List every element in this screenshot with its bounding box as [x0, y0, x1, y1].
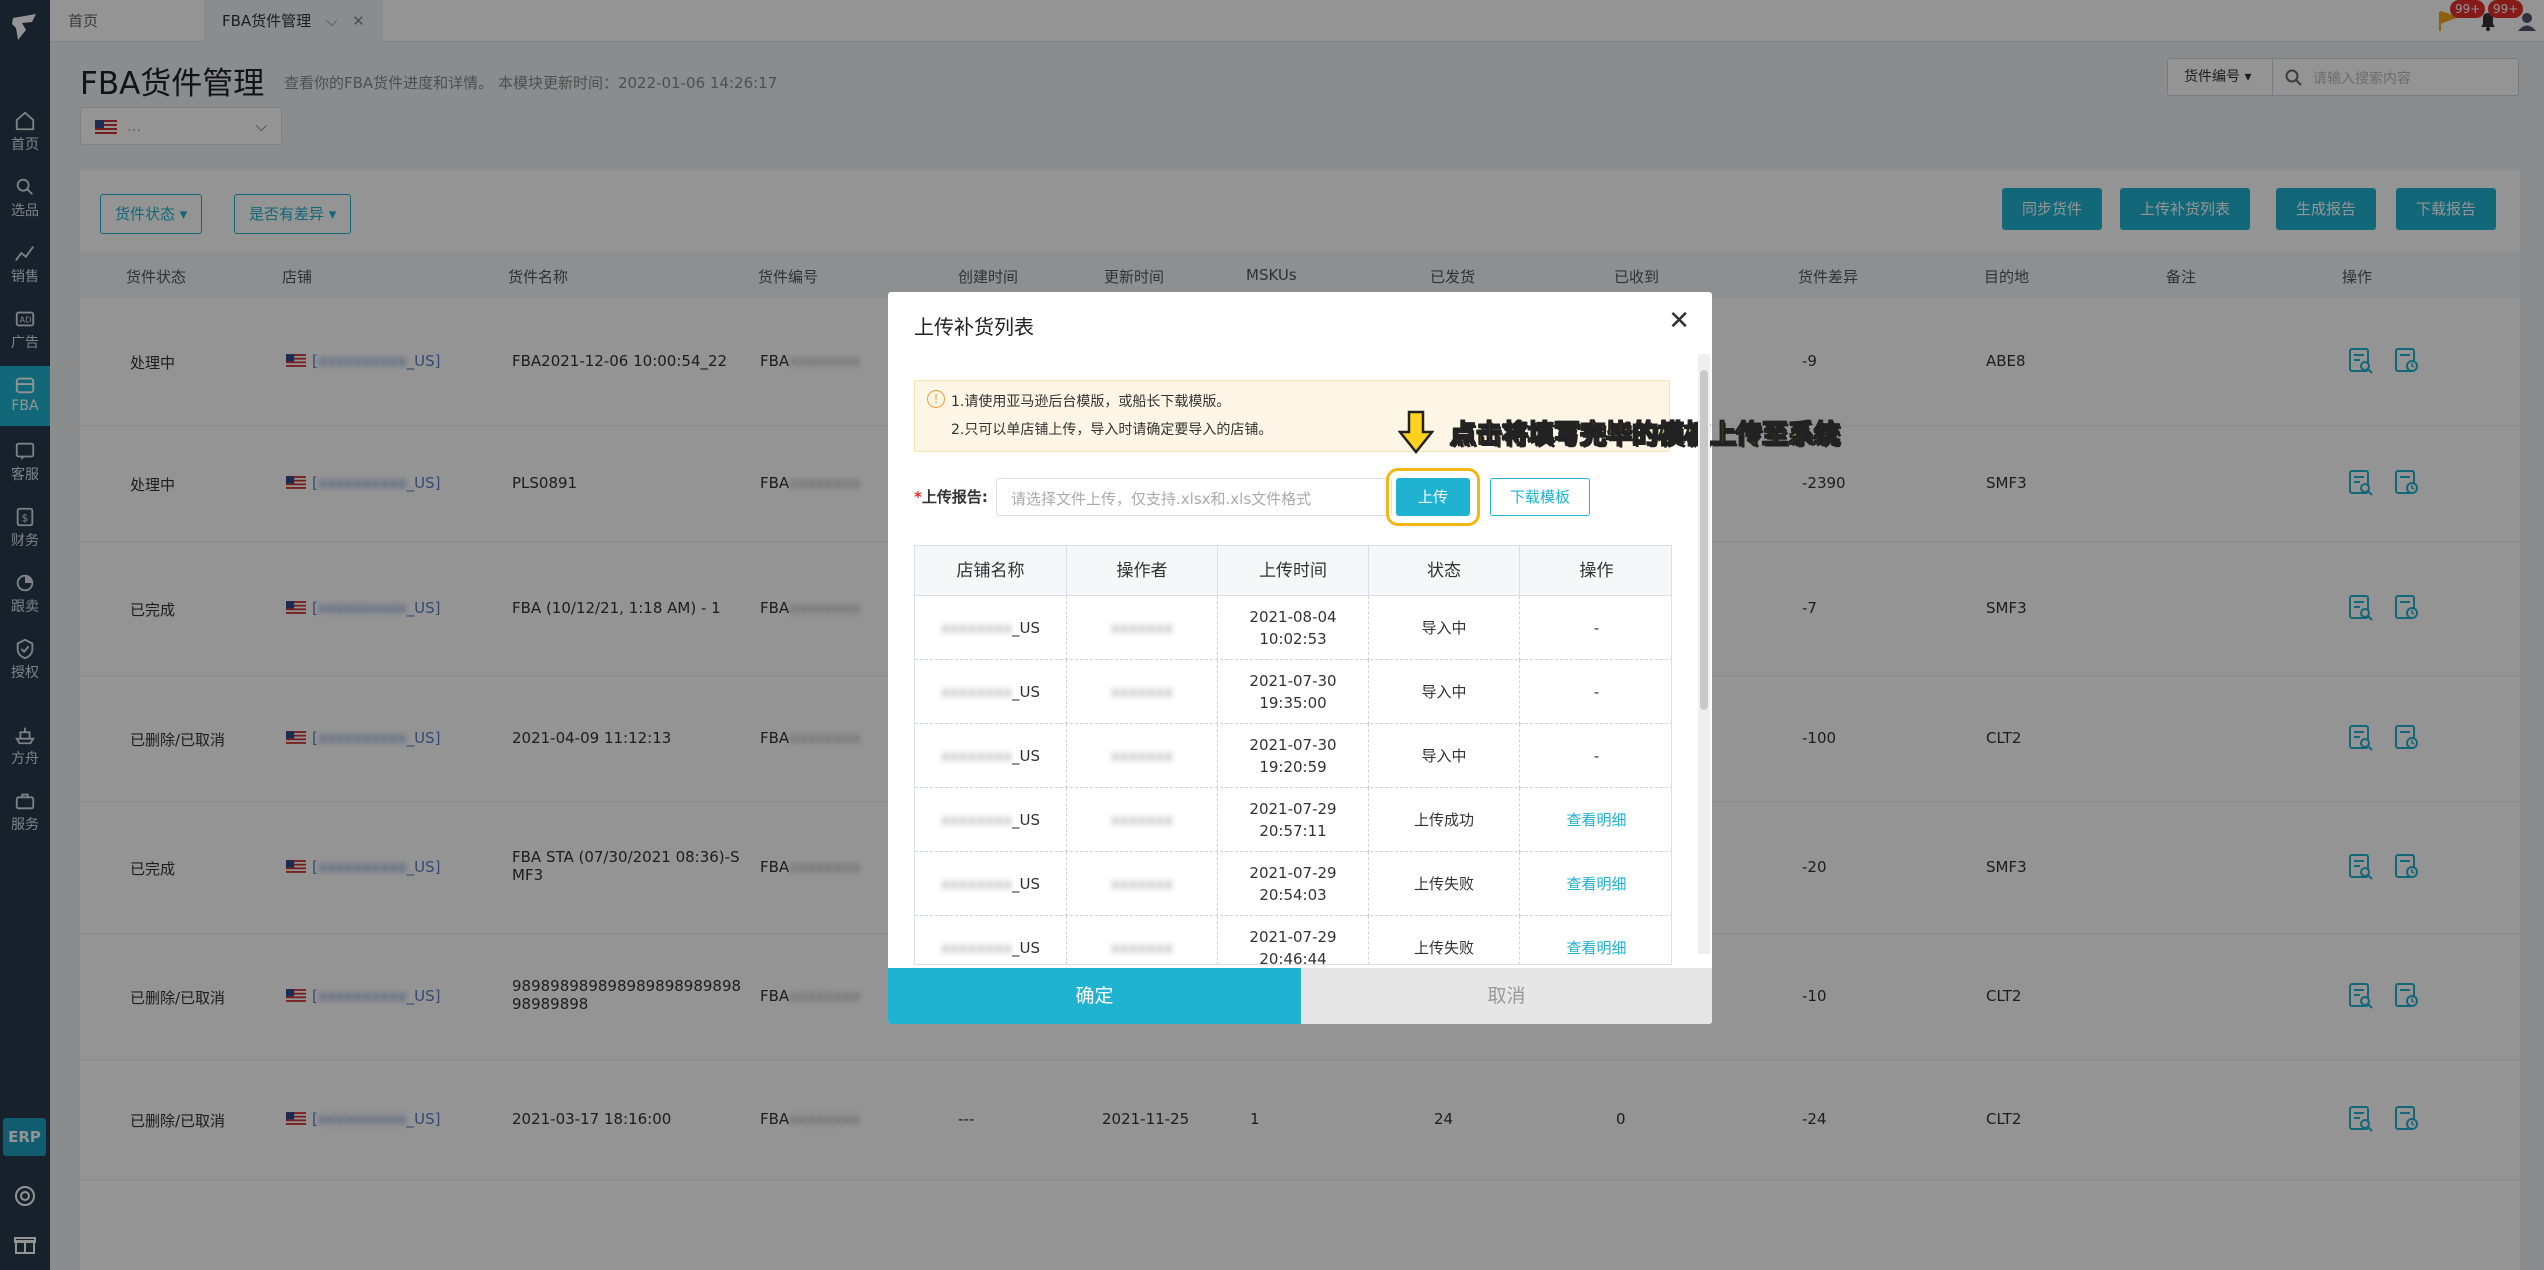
scrollbar-thumb[interactable]	[1700, 370, 1708, 710]
arrow-down-icon	[1398, 410, 1434, 454]
mrow-clock: 19:35:00	[1259, 694, 1327, 712]
notice-line-2: 2.只可以单店铺上传，导入时请确定要导入的店铺。	[951, 422, 1273, 438]
mcol-operator: 操作者	[1067, 546, 1218, 596]
mrow-store: xxxxxxxx _US	[915, 660, 1067, 724]
mrow-store-suffix: _US	[1012, 811, 1041, 829]
mrow-date: 2021-07-30	[1249, 672, 1337, 690]
list-item: xxxxxxxx _US xxxxxxx 2021-08-04 10:02:53 导入中 -	[915, 596, 1671, 660]
mrow-store-suffix: _US	[1012, 875, 1041, 893]
list-item: xxxxxxxx _US xxxxxxx 2021-07-30 19:35:00 导入中 -	[915, 660, 1671, 724]
mrow-store: xxxxxxxx _US	[915, 852, 1067, 916]
upload-report-label: *上传报告:	[914, 488, 988, 506]
list-item: xxxxxxxx _US xxxxxxx 2021-07-29 20:54:03 上传失败…	[915, 852, 1671, 916]
mrow-status: 导入中	[1369, 724, 1520, 788]
mrow-action: -	[1593, 683, 1600, 701]
mrow-time: 2021-08-04 10:02:53	[1218, 596, 1369, 660]
mrow-date: 2021-07-30	[1249, 736, 1337, 754]
mrow-store: xxxxxxxx _US	[915, 724, 1067, 788]
mrow-operator: xxxxxxx	[1067, 788, 1218, 852]
list-item: xxxxxxxx _US xxxxxxx 2021-07-30 19:20:59 导入中 -	[915, 724, 1671, 788]
upload-file-input[interactable]: 请选择文件上传，仅支持.xlsx和.xls文件格式	[996, 478, 1392, 516]
mrow-status: 导入中	[1369, 596, 1520, 660]
mrow-action[interactable]: 查看明细	[1520, 788, 1671, 852]
mrow-time: 2021-07-29 20:57:11	[1218, 788, 1369, 852]
upload-replenish-modal: 上传补货列表 ✕ ! 1.请使用亚马逊后台模版，或船长下载模版。 2.只可以单店…	[888, 292, 1841, 1024]
mrow-operator: xxxxxxx	[1067, 596, 1218, 660]
upload-report-label-text: 上传报告:	[921, 488, 988, 506]
upload-history-table: 店铺名称 操作者 上传时间 状态 操作 xxxxxxxx _US xxxxxxx 20…	[914, 545, 1672, 965]
modal-title: 上传补货列表	[914, 315, 1034, 339]
mrow-operator: xxxxxxx	[1067, 852, 1218, 916]
mrow-status: 上传失败	[1369, 852, 1520, 916]
mrow-status: 上传失败	[1369, 916, 1520, 964]
mrow-store: xxxxxxxx _US	[915, 788, 1067, 852]
mcol-store: 店铺名称	[915, 546, 1067, 596]
warning-icon: !	[927, 390, 945, 408]
mrow-time: 2021-07-30 19:20:59	[1218, 724, 1369, 788]
close-icon[interactable]: ✕	[1668, 308, 1690, 334]
mrow-time: 2021-07-29 20:54:03	[1218, 852, 1369, 916]
annotation-text: 点击将填写完毕的模板上传至系统	[1449, 420, 1841, 451]
mrow-clock: 20:54:03	[1259, 886, 1327, 904]
mrow-store: xxxxxxxx _US	[915, 596, 1067, 660]
mrow-action[interactable]: 查看明细	[1520, 916, 1671, 964]
mrow-store: xxxxxxxx _US	[915, 916, 1067, 964]
mrow-clock: 10:02:53	[1259, 630, 1327, 648]
list-item: xxxxxxxx _US xxxxxxx 2021-07-29 20:46:44 上传失败…	[915, 916, 1671, 965]
mrow-date: 2021-08-04	[1249, 608, 1337, 626]
confirm-button[interactable]: 确定	[888, 968, 1301, 1024]
mcol-status: 状态	[1369, 546, 1520, 596]
upload-button[interactable]: 上传	[1396, 478, 1470, 516]
mrow-store-suffix: _US	[1012, 619, 1041, 637]
mrow-operator: xxxxxxx	[1067, 660, 1218, 724]
notice-line-1: 1.请使用亚马逊后台模版，或船长下载模版。	[951, 394, 1231, 410]
mrow-clock: 20:46:44	[1259, 950, 1327, 965]
mcol-action: 操作	[1520, 546, 1671, 596]
mrow-date: 2021-07-29	[1249, 864, 1337, 882]
list-item: xxxxxxxx _US xxxxxxx 2021-07-29 20:57:11 上传成功…	[915, 788, 1671, 852]
mrow-date: 2021-07-29	[1249, 800, 1337, 818]
mrow-store-suffix: _US	[1012, 747, 1041, 765]
mrow-date: 2021-07-29	[1249, 928, 1337, 946]
mrow-action: -	[1593, 747, 1600, 765]
cancel-button[interactable]: 取消	[1301, 968, 1712, 1024]
mrow-status: 上传成功	[1369, 788, 1520, 852]
mrow-store-suffix: _US	[1012, 683, 1041, 701]
mrow-action: -	[1593, 619, 1600, 637]
mrow-operator: xxxxxxx	[1067, 916, 1218, 964]
upload-file-placeholder: 请选择文件上传，仅支持.xlsx和.xls文件格式	[1011, 490, 1312, 508]
mrow-operator: xxxxxxx	[1067, 724, 1218, 788]
download-template-button[interactable]: 下载模板	[1490, 478, 1590, 516]
mrow-action[interactable]: 查看明细	[1520, 852, 1671, 916]
mrow-store-suffix: _US	[1012, 939, 1041, 957]
mrow-time: 2021-07-30 19:35:00	[1218, 660, 1369, 724]
mrow-time: 2021-07-29 20:46:44	[1218, 916, 1369, 965]
mrow-clock: 19:20:59	[1259, 758, 1327, 776]
mrow-clock: 20:57:11	[1259, 822, 1327, 840]
mrow-status: 导入中	[1369, 660, 1520, 724]
mcol-time: 上传时间	[1218, 546, 1369, 596]
